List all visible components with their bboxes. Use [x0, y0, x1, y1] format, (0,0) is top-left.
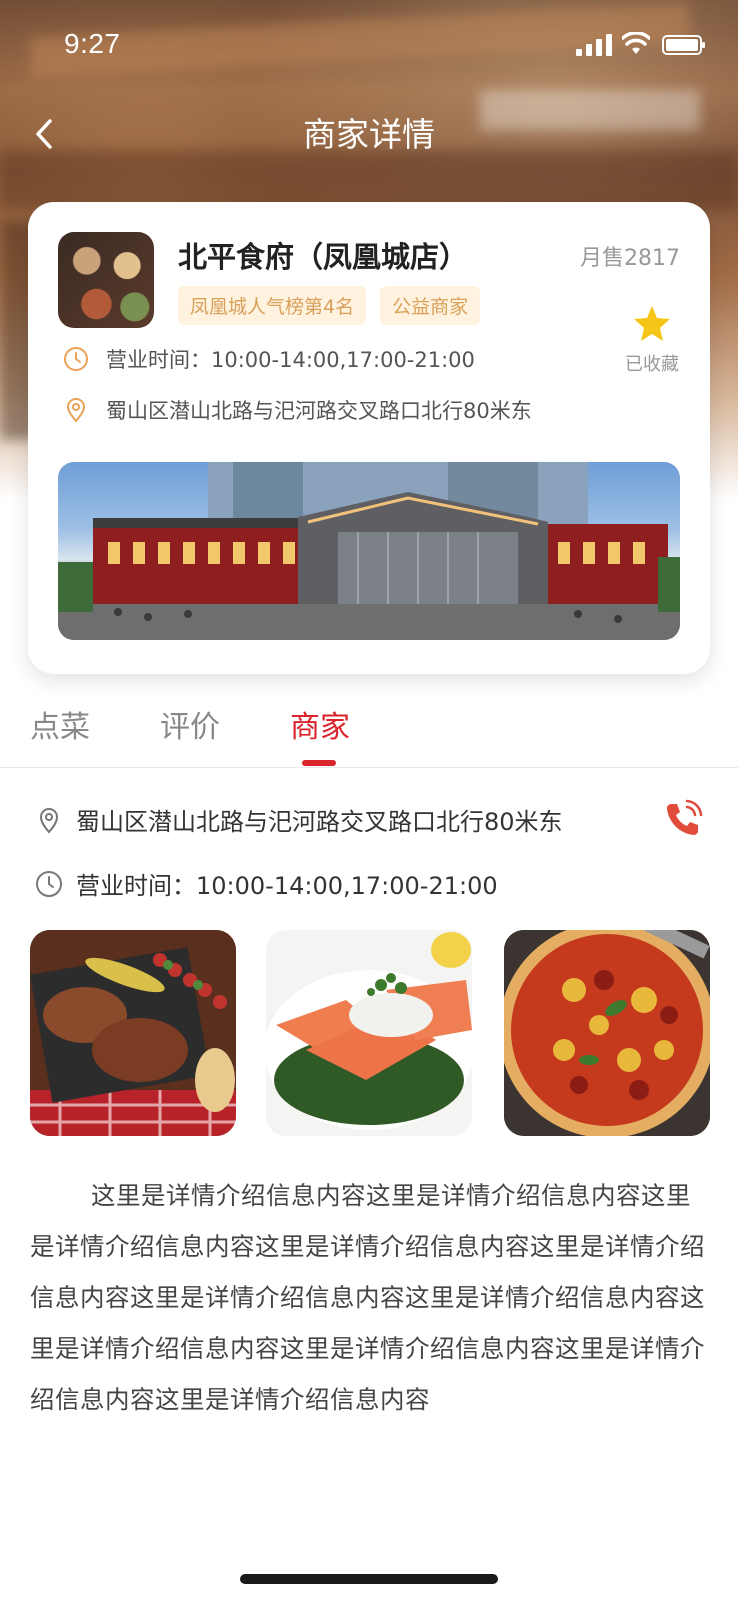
- store-tags: 凤凰城人气榜第4名 公益商家: [178, 286, 481, 325]
- wifi-icon: [622, 32, 650, 54]
- call-button[interactable]: [662, 798, 704, 840]
- store-hours: 营业时间：10:00-14:00,17:00-21:00: [106, 348, 475, 372]
- pizza-illustration: [504, 930, 710, 1136]
- favorite-button[interactable]: 已收藏: [622, 304, 682, 376]
- home-indicator[interactable]: [240, 1574, 498, 1584]
- tab-reviews[interactable]: 评价: [160, 702, 220, 746]
- status-bar: 9:27: [0, 0, 738, 90]
- merchant-address: 蜀山区潜山北路与汜河路交叉路口北行80米东: [76, 808, 563, 836]
- star-icon: [634, 306, 670, 341]
- store-name: 北平食府（凤凰城店）: [178, 240, 469, 274]
- active-tab-indicator: [302, 760, 336, 766]
- tab-dishes[interactable]: 点菜: [30, 702, 90, 746]
- store-address-row: 蜀山区潜山北路与汜河路交叉路口北行80米东: [62, 395, 532, 425]
- favorite-label: 已收藏: [625, 354, 679, 375]
- store-hours-row: 营业时间：10:00-14:00,17:00-21:00: [62, 344, 475, 374]
- store-address: 蜀山区潜山北路与汜河路交叉路口北行80米东: [106, 399, 532, 423]
- store-card: 北平食府（凤凰城店） 月售2817 凤凰城人气榜第4名 公益商家 已收藏 营业时…: [28, 202, 710, 674]
- store-thumbnail: [58, 232, 154, 328]
- status-time: 9:27: [64, 28, 121, 59]
- store-tag-charity: 公益商家: [380, 286, 481, 325]
- page-title: 商家详情: [303, 115, 435, 154]
- food-photo-pizza[interactable]: [504, 930, 710, 1136]
- monthly-sales: 月售2817: [580, 246, 680, 271]
- merchant-address-row: 蜀山区潜山北路与汜河路交叉路口北行80米东: [34, 802, 563, 837]
- tab-merchant[interactable]: 商家: [290, 702, 350, 746]
- merchant-hours-row: 营业时间：10:00-14:00,17:00-21:00: [34, 866, 498, 901]
- storefront-photo: [58, 462, 680, 640]
- food-photo-salmon[interactable]: [266, 930, 472, 1136]
- tab-bar: 点菜 评价 商家: [0, 690, 738, 768]
- storefront-illustration: [58, 462, 680, 640]
- bbq-illustration: [30, 930, 236, 1136]
- food-gallery: [30, 930, 710, 1136]
- phone-icon: [667, 799, 703, 835]
- food-photo-bbq[interactable]: [30, 930, 236, 1136]
- merchant-description: 这里是详情介绍信息内容这里是详情介绍信息内容这里是详情介绍信息内容这里是详情介绍…: [30, 1181, 705, 1414]
- store-tag-ranking: 凤凰城人气榜第4名: [178, 286, 367, 325]
- location-pin-icon: [66, 398, 86, 423]
- location-pin-icon: [39, 807, 59, 834]
- merchant-hours: 营业时间：10:00-14:00,17:00-21:00: [76, 872, 498, 900]
- signal-icon: [576, 34, 612, 56]
- battery-icon: [662, 35, 705, 55]
- clock-icon: [64, 347, 88, 371]
- salmon-illustration: [266, 930, 472, 1136]
- clock-icon: [36, 870, 62, 897]
